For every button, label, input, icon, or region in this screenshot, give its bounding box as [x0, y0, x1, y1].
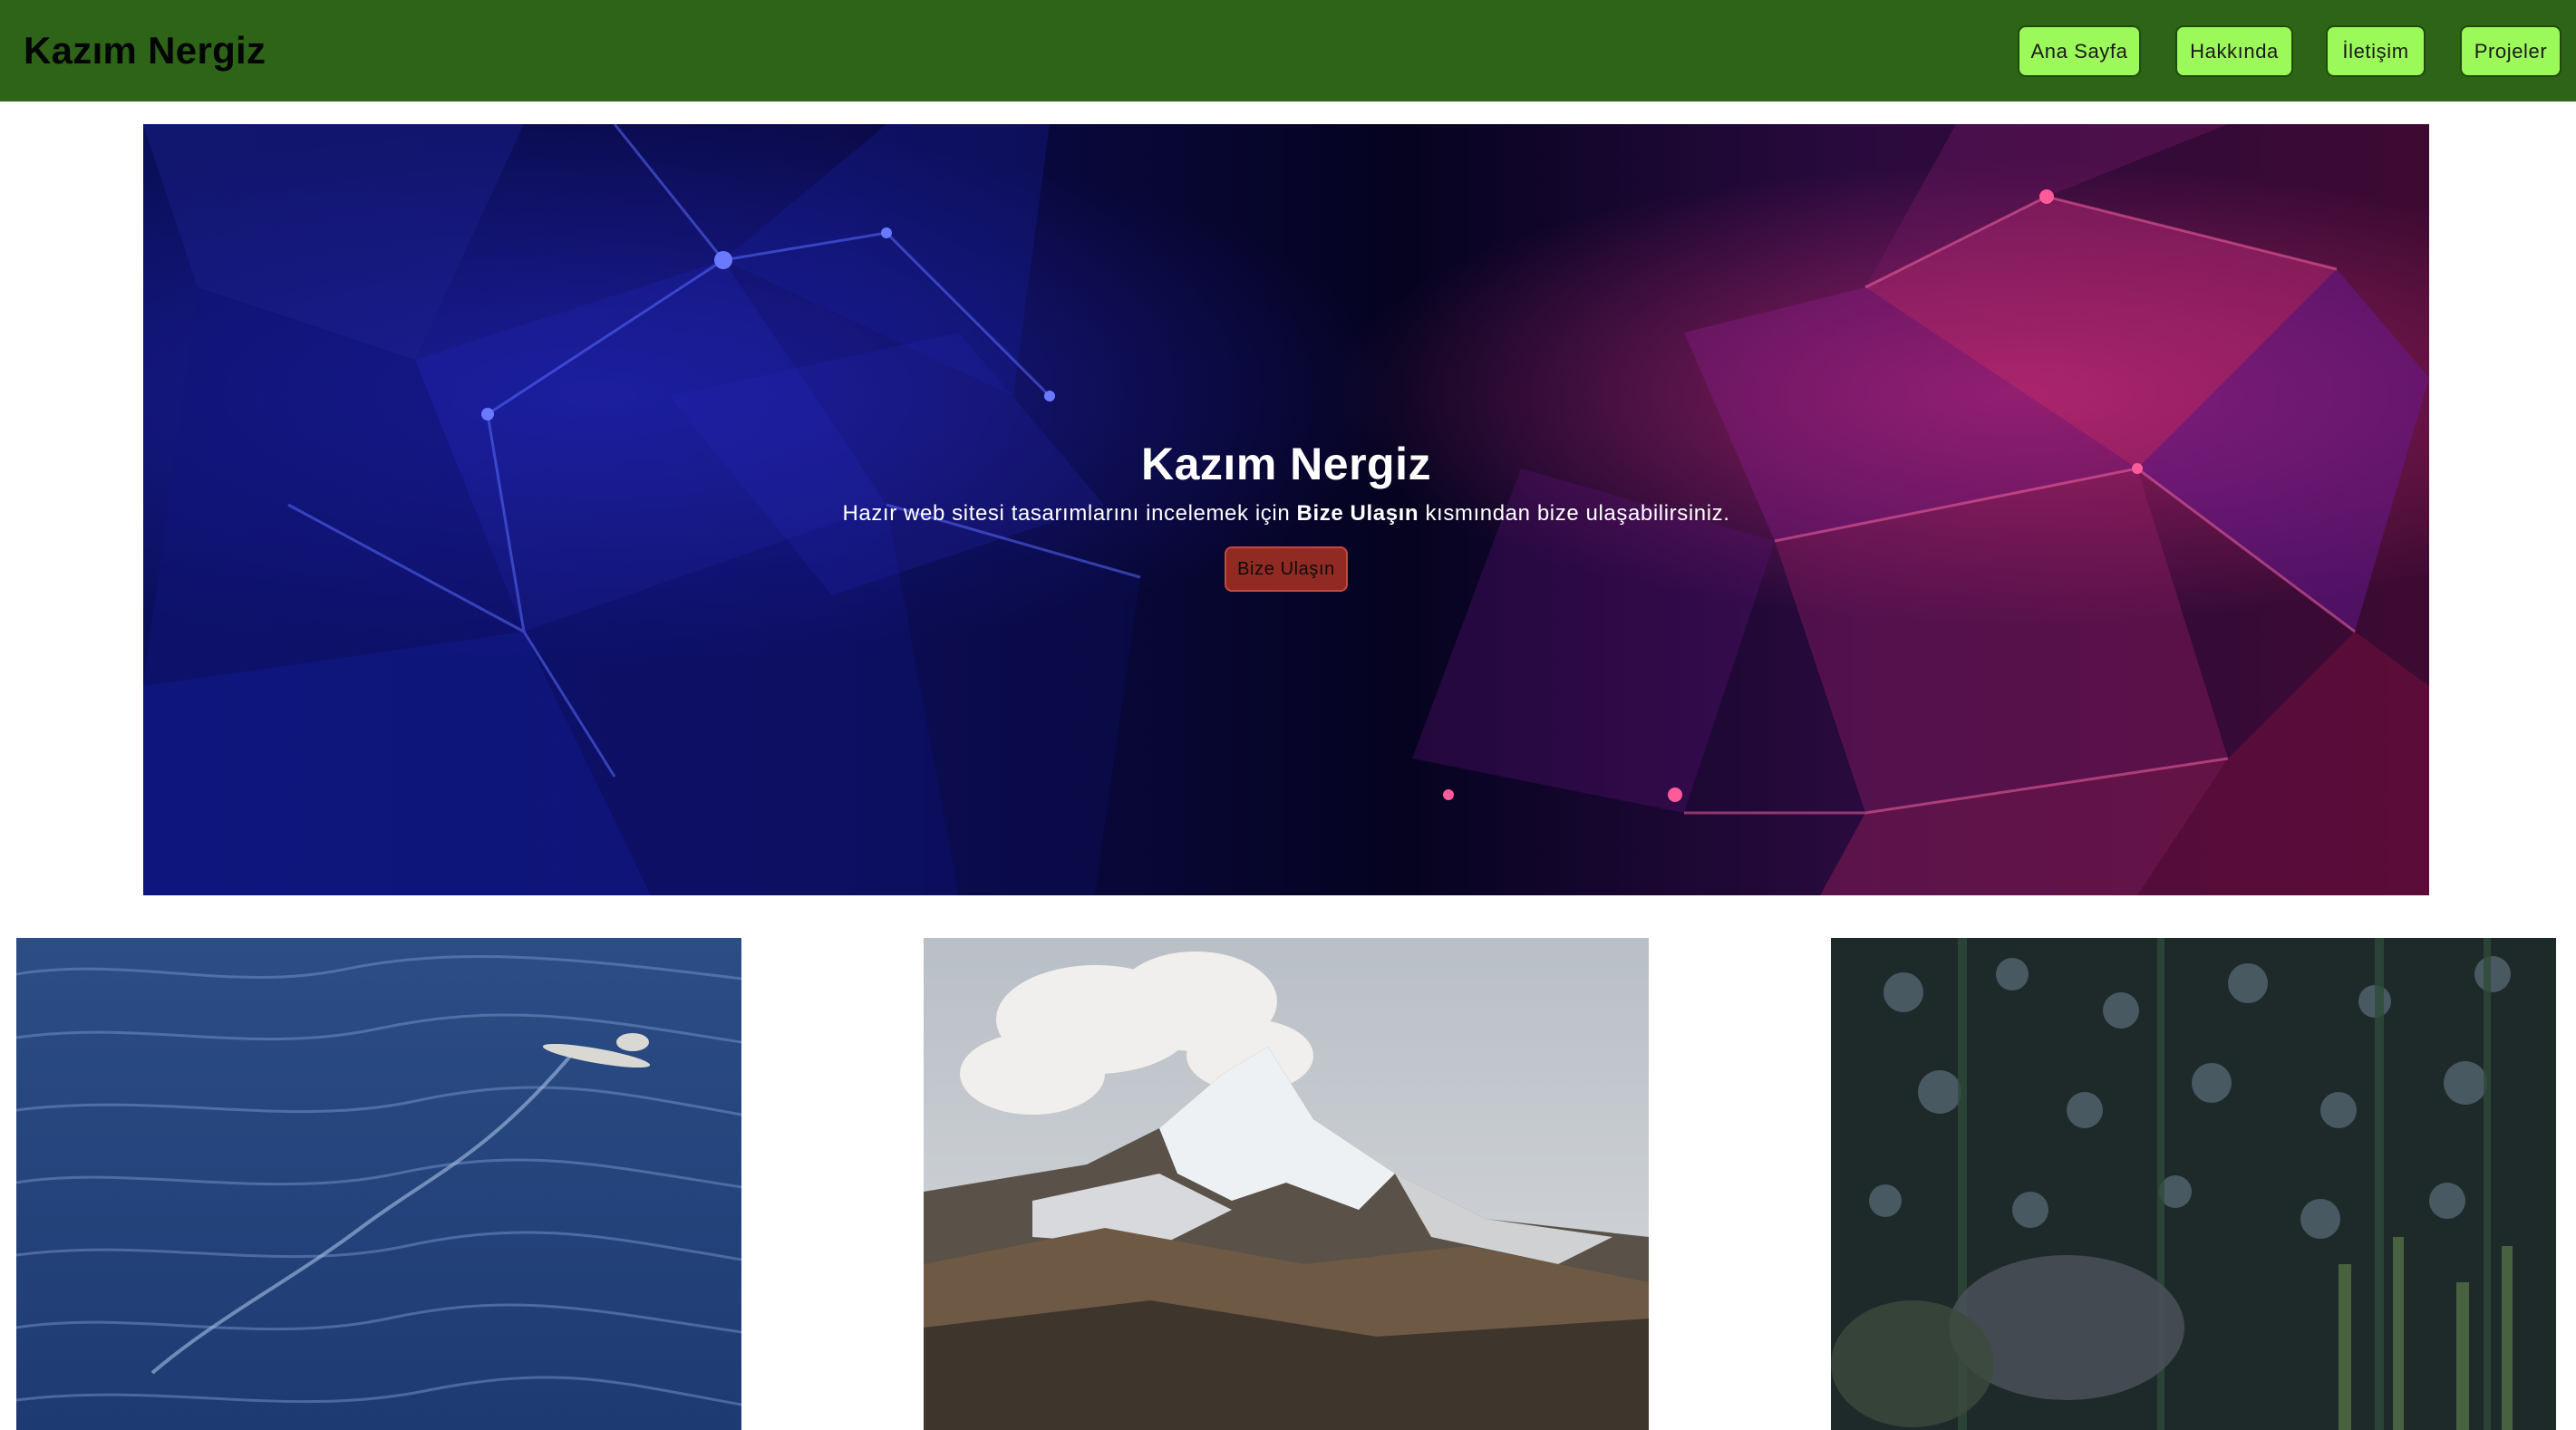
site-brand[interactable]: Kazım Nergiz	[24, 25, 266, 76]
hero-banner: Kazım Nergiz Hazır web sitesi tasarımlar…	[143, 124, 2429, 895]
nav-home-button[interactable]: Ana Sayfa	[2018, 25, 2141, 77]
contact-us-button[interactable]: Bize Ulaşın	[1225, 546, 1348, 592]
hero-title: Kazım Nergiz	[1141, 439, 1431, 489]
hero-subtitle-start: Hazır web sitesi tasarımlarını incelemek…	[842, 501, 1297, 526]
gallery-image-ocean-bird	[16, 938, 741, 1430]
gallery-image-mountain	[924, 938, 1649, 1430]
nav-projects-button[interactable]: Projeler	[2460, 25, 2561, 77]
hero-subtitle-end: kısmından bize ulaşabilirsiniz.	[1419, 501, 1730, 526]
hero-subtitle: Hazır web sitesi tasarımlarını incelemek…	[143, 496, 2429, 532]
hero-subtitle-bold: Bize Ulaşın	[1296, 501, 1419, 526]
navbar: Kazım Nergiz Ana Sayfa Hakkında İletişim…	[0, 0, 2576, 101]
nav-about-button[interactable]: Hakkında	[2175, 25, 2293, 77]
gallery-image-forest	[1831, 938, 2556, 1430]
nav-contact-button[interactable]: İletişim	[2326, 25, 2426, 77]
